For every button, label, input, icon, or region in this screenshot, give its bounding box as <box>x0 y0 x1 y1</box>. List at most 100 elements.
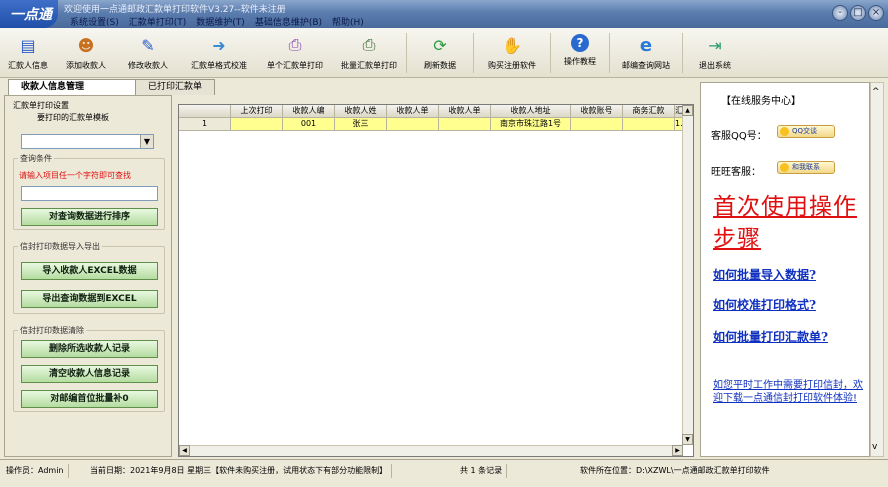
service-panel: 【在线服务中心】 客服QQ号： QQ交谈 旺旺客服： 和我联系 首次使用操作步骤… <box>700 82 870 457</box>
import-group-title: 信封打印数据导入导出 <box>18 241 102 252</box>
column-header[interactable]: 商务汇款 <box>623 105 675 118</box>
column-header[interactable]: 收款人地址 <box>491 105 571 118</box>
query-input[interactable] <box>21 186 158 201</box>
service-panel-scrollbar[interactable]: ^ v <box>870 82 884 457</box>
cell-business[interactable] <box>623 118 675 131</box>
status-record-count: 共 1 条记录 <box>456 464 508 478</box>
cell-account[interactable] <box>571 118 623 131</box>
batch-print-label: 批量汇款单打印 <box>341 61 397 70</box>
scroll-up-icon[interactable]: ^ <box>872 87 880 97</box>
menu-system-settings[interactable]: 系统设置(S) <box>70 15 119 28</box>
pad-zero-button[interactable]: 对邮编首位批量补0 <box>21 390 158 408</box>
exit-system-label: 退出系统 <box>699 61 731 70</box>
cell-payee-address[interactable]: 南京市珠江路1号 <box>491 118 571 131</box>
calibrate-icon: ➜ <box>212 35 226 55</box>
scroll-down-icon[interactable]: ▼ <box>682 434 693 445</box>
scroll-up-icon[interactable]: ▲ <box>682 105 693 116</box>
menu-help[interactable]: 帮助(H) <box>332 15 364 28</box>
buy-icon: ✋ <box>502 35 522 55</box>
exit-system-button[interactable]: ⇥ 退出系统 <box>683 28 747 78</box>
edit-payee-button[interactable]: ✎ 修改收款人 <box>116 28 180 78</box>
cell-payee-id[interactable]: 001 <box>283 118 335 131</box>
column-header[interactable]: 收款人单 <box>439 105 491 118</box>
tab-printed-remittances[interactable]: 已打印汇款单 <box>135 79 215 95</box>
clear-all-button[interactable]: 清空收款人信息记录 <box>21 365 158 383</box>
status-bar: 操作员：Admin 当前日期：2021年9月8日 星期三【软件未购买注册，试用状… <box>0 459 888 487</box>
refresh-data-label: 刷新数据 <box>424 61 456 70</box>
column-header[interactable]: 上次打印 <box>231 105 283 118</box>
column-header[interactable]: 收款人编 <box>283 105 335 118</box>
single-print-label: 单个汇款单打印 <box>267 61 323 70</box>
row-number: 1 <box>179 118 231 131</box>
minimize-button[interactable]: - <box>832 5 848 21</box>
window-title: 欢迎使用一点通邮政汇款单打印软件V3.27--软件未注册 <box>64 5 286 15</box>
row-header-corner <box>179 105 231 118</box>
qq-label: 客服QQ号： <box>711 131 767 142</box>
menu-remittance-print[interactable]: 汇款单打印(T) <box>129 15 187 28</box>
column-header[interactable]: 收款人单 <box>387 105 439 118</box>
cell-last-print[interactable] <box>231 118 283 131</box>
tab-payee-management[interactable]: 收款人信息管理 <box>8 79 136 95</box>
add-payee-label: 添加收款人 <box>66 61 106 70</box>
export-excel-button[interactable]: 导出查询数据到EXCEL <box>21 290 158 308</box>
add-person-icon: ☻ <box>77 35 95 55</box>
calibrate-format-button[interactable]: ➜ 汇款单格式校准 <box>180 28 258 78</box>
status-location: 软件所在位置：D:\XZWL\一点通邮政汇款单打印软件 <box>580 466 770 475</box>
close-button[interactable]: × <box>868 5 884 21</box>
refresh-data-button[interactable]: ⟳ 刷新数据 <box>407 28 473 78</box>
add-payee-button[interactable]: ☻ 添加收款人 <box>56 28 116 78</box>
cell-payee-unit-2[interactable] <box>439 118 491 131</box>
grid-vertical-scrollbar[interactable]: ▲ ▼ <box>682 105 693 445</box>
tutorial-label: 操作教程 <box>564 57 596 66</box>
batch-print-link[interactable]: 如何批量打印汇款单? <box>713 329 863 346</box>
menu-data-maintenance[interactable]: 数据维护(T) <box>196 15 245 28</box>
payer-info-button[interactable]: ▤ 汇款人信息 <box>0 28 56 78</box>
grid-header: 上次打印 收款人编 收款人姓 收款人单 收款人单 收款人地址 收款账号 商务汇款… <box>179 105 683 118</box>
help-icon: ? <box>571 34 589 52</box>
batch-import-link[interactable]: 如何批量导入数据? <box>713 267 863 284</box>
postcode-site-label: 邮编查询网站 <box>622 61 670 70</box>
column-header[interactable]: 收款人姓 <box>335 105 387 118</box>
scroll-left-icon[interactable]: ◀ <box>179 445 190 456</box>
chevron-down-icon[interactable]: ▼ <box>140 135 153 148</box>
cell-payee-unit[interactable] <box>387 118 439 131</box>
template-select[interactable]: ▼ <box>21 134 154 149</box>
exit-icon: ⇥ <box>708 35 722 55</box>
query-group-title: 查询条件 <box>18 153 54 164</box>
left-panel: 汇款单打印设置 要打印的汇款单模板 ▼ 查询条件 请输入项目任一个字符即可查找 … <box>4 95 172 457</box>
qq-chat-button[interactable]: QQ交谈 <box>777 125 835 138</box>
postcode-site-button[interactable]: e 邮编查询网站 <box>610 28 682 78</box>
scroll-down-icon[interactable]: v <box>872 442 877 452</box>
column-header[interactable]: 收款账号 <box>571 105 623 118</box>
table-row[interactable]: 1 001 张三 南京市珠江路1号 1. <box>179 118 683 131</box>
delete-selected-button[interactable]: 删除所选收款人记录 <box>21 340 158 358</box>
import-excel-button[interactable]: 导入收款人EXCEL数据 <box>21 262 158 280</box>
sort-query-button[interactable]: 对查询数据进行排序 <box>21 208 158 226</box>
buy-register-button[interactable]: ✋ 购买注册软件 <box>474 28 550 78</box>
menu-bar: 系统设置(S) 汇款单打印(T) 数据维护(T) 基础信息维护(B) 帮助(H) <box>70 15 364 28</box>
wangwang-contact-button[interactable]: 和我联系 <box>777 161 835 174</box>
maximize-button[interactable]: □ <box>850 5 866 21</box>
batch-print-button[interactable]: ⎙ 批量汇款单打印 <box>332 28 406 78</box>
window-controls: - □ × <box>832 5 884 21</box>
tutorial-button[interactable]: ? 操作教程 <box>551 28 609 78</box>
batch-print-icon: ⎙ <box>362 35 376 54</box>
scroll-right-icon[interactable]: ▶ <box>672 445 683 456</box>
logo-text: 一点通 <box>10 7 52 23</box>
single-print-button[interactable]: ⎙ 单个汇款单打印 <box>258 28 332 78</box>
grid-horizontal-scrollbar[interactable]: ◀ ▶ <box>179 445 683 456</box>
calibrate-format-link[interactable]: 如何校准打印格式? <box>713 297 863 314</box>
envelope-software-link[interactable]: 如您平时工作中需要打印信封，欢迎下载一点通信封打印软件体验! <box>713 379 863 405</box>
print-settings-title: 汇款单打印设置 <box>13 101 69 110</box>
payer-info-label: 汇款人信息 <box>8 61 48 70</box>
toolbar: ▤ 汇款人信息 ☻ 添加收款人 ✎ 修改收款人 ➜ 汇款单格式校准 ⎙ 单个汇款… <box>0 28 888 78</box>
calibrate-format-label: 汇款单格式校准 <box>191 61 247 70</box>
status-operator: 操作员：Admin <box>2 464 69 478</box>
first-use-steps-link[interactable]: 首次使用操作步骤 <box>713 191 863 255</box>
query-hint: 请输入项目任一个字符即可查找 <box>19 171 131 180</box>
status-date: 当前日期：2021年9月8日 星期三【软件未购买注册，试用状态下有部分功能限制】 <box>86 464 393 478</box>
cell-payee-name[interactable]: 张三 <box>335 118 387 131</box>
menu-basic-info[interactable]: 基础信息维护(B) <box>255 15 322 28</box>
refresh-icon: ⟳ <box>433 35 447 55</box>
title-bar: 一点通 欢迎使用一点通邮政汇款单打印软件V3.27--软件未注册 系统设置(S)… <box>0 0 888 28</box>
